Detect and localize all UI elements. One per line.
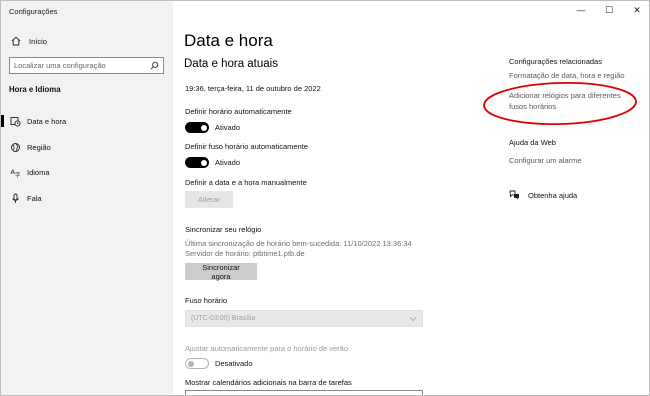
timezone-label: Fuso horário: [185, 296, 228, 305]
chevron-down-icon: [409, 316, 417, 322]
auto-time-toggle-row[interactable]: Ativado: [185, 122, 240, 133]
last-sync-text: Última sincronização de horário bem-suce…: [185, 239, 412, 248]
current-datetime-heading: Data e hora atuais: [184, 58, 278, 70]
minimize-button[interactable]: —: [567, 1, 595, 19]
close-button[interactable]: ✕: [623, 1, 649, 19]
toggle-knob: [200, 159, 207, 166]
search-input[interactable]: [14, 61, 146, 70]
dst-label: Ajustar automaticamente para o horário d…: [185, 344, 349, 353]
search-icon[interactable]: [150, 61, 159, 70]
window-controls: — ☐ ✕: [567, 1, 649, 19]
set-alarm-link[interactable]: Configurar um alarme: [509, 156, 582, 165]
svg-text:字: 字: [15, 171, 21, 178]
extra-calendars-label: Mostrar calendários adicionais na barra …: [185, 378, 352, 387]
language-icon: A字: [9, 167, 21, 178]
auto-timezone-label: Definir fuso horário automaticamente: [185, 142, 308, 151]
active-indicator: [1, 115, 4, 127]
sidebar-item-region[interactable]: Região: [1, 139, 173, 155]
sync-title: Sincronizar seu relógio: [185, 225, 262, 234]
sidebar: Configurações Início Hora e Idioma Data …: [1, 1, 173, 395]
dst-state: Desativado: [215, 359, 253, 368]
app-title: Configurações: [9, 7, 58, 16]
home-icon: [9, 36, 23, 46]
globe-icon: [9, 142, 21, 153]
maximize-button[interactable]: ☐: [595, 1, 623, 19]
format-link[interactable]: Formatação de data, hora e região: [509, 71, 639, 80]
home-nav-item[interactable]: Início: [9, 34, 159, 48]
microphone-icon: [9, 193, 21, 204]
time-server-text: Servidor de horário: ptbtime1.ptb.de: [185, 249, 305, 258]
sync-now-button[interactable]: Sincronizar agora: [185, 263, 257, 281]
toggle-knob: [188, 360, 194, 367]
auto-time-label: Definir horário automaticamente: [185, 107, 292, 116]
sidebar-item-speech[interactable]: Fala: [1, 190, 173, 206]
settings-window: Configurações Início Hora e Idioma Data …: [0, 0, 650, 396]
sidebar-item-label: Data e hora: [27, 116, 67, 126]
extra-calendars-select[interactable]: [185, 390, 423, 395]
sidebar-item-date-time[interactable]: Data e hora: [1, 113, 173, 129]
home-label: Início: [29, 36, 47, 46]
manual-datetime-label: Definir a data e a hora manualmente: [185, 178, 307, 187]
sidebar-item-label: Fala: [27, 193, 42, 203]
current-datetime: 19:36, terça-feira, 11 de outubro de 202…: [185, 84, 321, 93]
add-clocks-link[interactable]: Adicionar relógios para diferentes fusos…: [509, 91, 639, 112]
search-box[interactable]: [9, 57, 164, 74]
auto-time-toggle[interactable]: [185, 122, 209, 133]
auto-time-state: Ativado: [215, 123, 241, 132]
sidebar-item-language[interactable]: A字 Idioma: [1, 164, 173, 180]
sidebar-item-label: Idioma: [27, 167, 50, 177]
web-help-title: Ajuda da Web: [509, 138, 556, 147]
timezone-select[interactable]: (UTC-03:00) Brasília: [185, 310, 423, 327]
sidebar-item-label: Região: [27, 142, 51, 152]
get-help-link[interactable]: Obtenha ajuda: [509, 190, 577, 200]
help-chat-icon: [509, 190, 520, 200]
timezone-value: (UTC-03:00) Brasília: [191, 315, 256, 322]
auto-timezone-toggle[interactable]: [185, 157, 209, 168]
related-settings-title: Configurações relacionadas: [509, 57, 602, 66]
dst-toggle-row[interactable]: Desativado: [185, 358, 253, 369]
auto-timezone-state: Ativado: [215, 158, 241, 167]
section-title: Hora e Idioma: [9, 85, 61, 94]
toggle-knob: [200, 124, 207, 131]
page-title: Data e hora: [184, 31, 273, 50]
main-content: — ☐ ✕ Data e hora Data e hora atuais 19:…: [173, 1, 649, 395]
auto-timezone-toggle-row[interactable]: Ativado: [185, 157, 240, 168]
dst-toggle[interactable]: [185, 358, 209, 369]
get-help-label: Obtenha ajuda: [528, 190, 578, 200]
calendar-clock-icon: [9, 116, 21, 127]
change-button[interactable]: Alterar: [185, 191, 233, 208]
